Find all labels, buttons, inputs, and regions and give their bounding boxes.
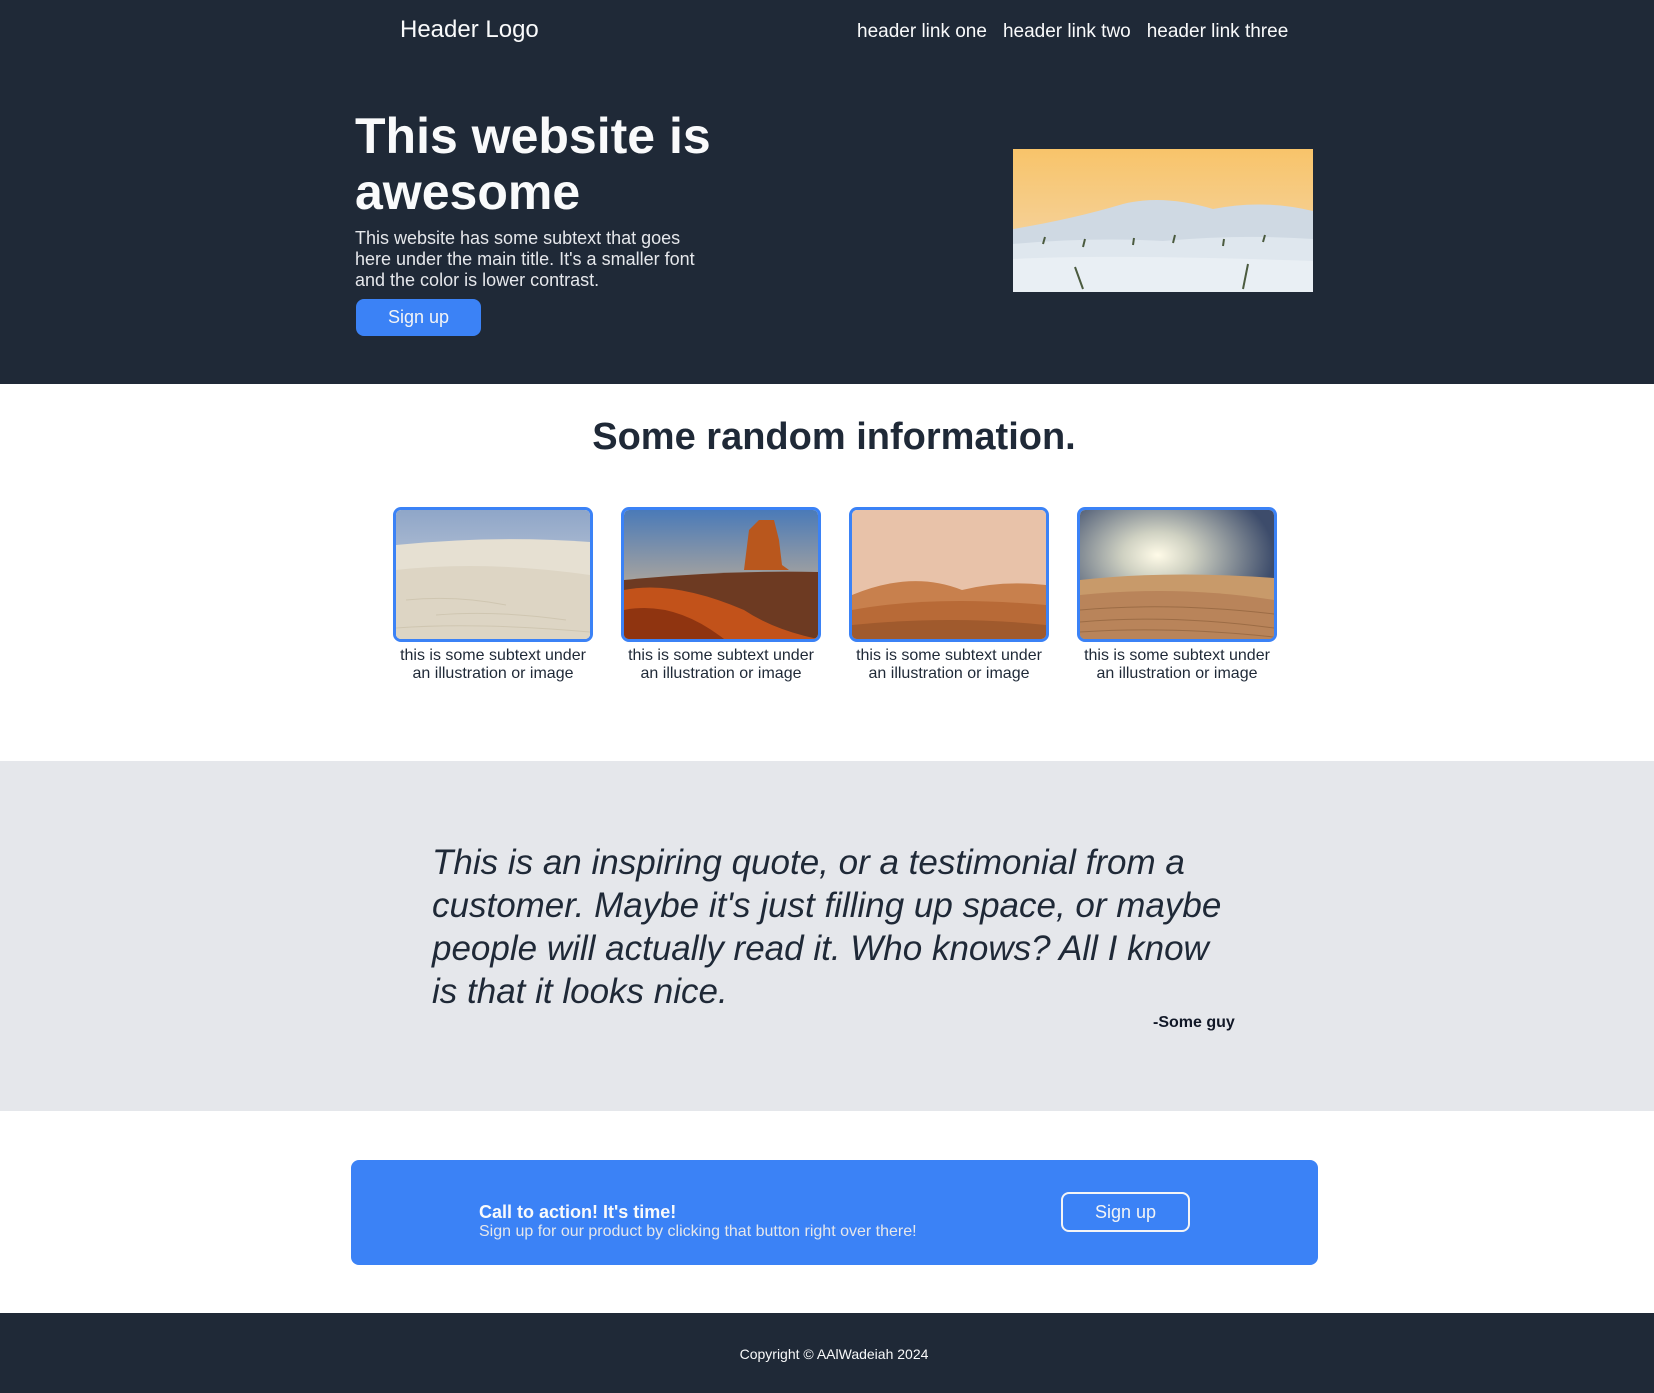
quote-author: -Some guy bbox=[1153, 1014, 1235, 1031]
header-link-one[interactable]: header link one bbox=[857, 21, 987, 43]
hero-image bbox=[1013, 149, 1313, 292]
hero-signup-button[interactable]: Sign up bbox=[356, 299, 481, 336]
card-caption: this is some subtext under an illustrati… bbox=[1084, 647, 1270, 682]
card-caption: this is some subtext under an illustrati… bbox=[400, 647, 586, 682]
testimonial-quote: This is an inspiring quote, or a testimo… bbox=[432, 843, 1222, 1011]
card-image-sunlit-dunes bbox=[1077, 507, 1277, 642]
header-link-three[interactable]: header link three bbox=[1147, 21, 1289, 43]
call-to-action-banner: Call to action! It's time! Sign up for o… bbox=[351, 1160, 1318, 1265]
card-image-orange-dunes bbox=[849, 507, 1049, 642]
cta-signup-button[interactable]: Sign up bbox=[1061, 1192, 1190, 1232]
card-caption: this is some subtext under an illustrati… bbox=[628, 647, 814, 682]
hero-section: Header Logo header link one header link … bbox=[0, 0, 1654, 384]
hero-subtext: This website has some subtext that goes … bbox=[355, 228, 695, 290]
copyright-text: Copyright © AAlWadeiah 2024 bbox=[739, 1346, 929, 1362]
info-card: this is some subtext under an illustrati… bbox=[393, 507, 593, 683]
info-card: this is some subtext under an illustrati… bbox=[621, 507, 821, 683]
header-link-two[interactable]: header link two bbox=[1003, 21, 1131, 43]
card-image-white-sand bbox=[393, 507, 593, 642]
header-nav: header link one header link two header l… bbox=[857, 21, 1288, 43]
card-caption: this is some subtext under an illustrati… bbox=[856, 647, 1042, 682]
info-cards: this is some subtext under an illustrati… bbox=[393, 507, 1277, 683]
quote-section: This is an inspiring quote, or a testimo… bbox=[0, 761, 1654, 1111]
card-image-desert-butte bbox=[621, 507, 821, 642]
hero-title: This website is awesome bbox=[355, 108, 711, 220]
header-logo[interactable]: Header Logo bbox=[400, 16, 539, 44]
cta-title: Call to action! It's time! bbox=[479, 1202, 677, 1222]
info-card: this is some subtext under an illustrati… bbox=[849, 507, 1049, 683]
footer: Copyright © AAlWadeiah 2024 bbox=[0, 1313, 1654, 1393]
cta-subtext: Sign up for our product by clicking that… bbox=[479, 1223, 917, 1240]
info-title: Some random information. bbox=[592, 416, 1076, 458]
info-card: this is some subtext under an illustrati… bbox=[1077, 507, 1277, 683]
